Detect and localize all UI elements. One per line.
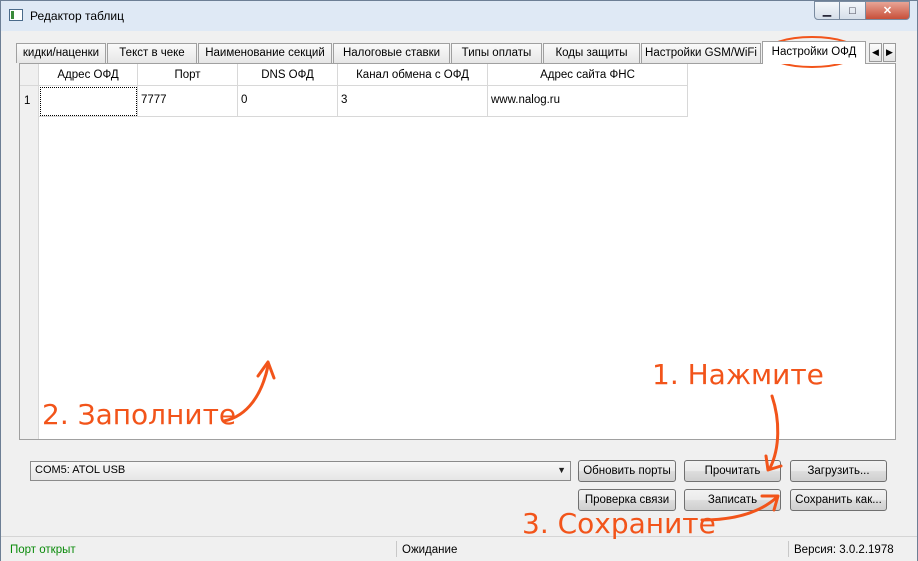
read-button[interactable]: Прочитать	[684, 460, 781, 482]
status-divider	[788, 541, 789, 557]
status-bar: Порт открыт Ожидание Версия: 3.0.2.1978	[1, 536, 917, 561]
tab-discounts[interactable]: кидки/наценки	[16, 43, 106, 63]
tab-gsm-wifi-settings[interactable]: Настройки GSM/WiFi	[641, 43, 761, 63]
tab-section-names[interactable]: Наименование секций	[198, 43, 332, 63]
tab-scroll-left-button[interactable]: ◀	[869, 43, 882, 62]
status-version: Версия: 3.0.2.1978	[794, 544, 894, 556]
annotation-step-1: 1. Нажмите	[652, 358, 824, 391]
annotation-step-3: 3. Сохраните	[522, 507, 716, 540]
row-header-column	[20, 64, 39, 439]
tab-bar: кидки/наценки Текст в чеке Наименование …	[16, 41, 896, 64]
status-waiting: Ожидание	[402, 544, 458, 556]
window-title: Редактор таблиц	[30, 9, 124, 23]
port-select-value: COM5: ATOL USB	[35, 464, 126, 476]
tab-ofd-settings[interactable]: Настройки ОФД	[762, 41, 866, 64]
tab-payment-types[interactable]: Типы оплаты	[451, 43, 542, 63]
cell-ofd-address[interactable]	[39, 86, 138, 117]
port-select[interactable]: COM5: ATOL USB ▼	[30, 461, 571, 481]
cell-fns-site[interactable]: www.nalog.ru	[488, 86, 688, 117]
cell-port[interactable]: 7777	[138, 86, 238, 117]
app-window: Редактор таблиц ▁ □ ✕ кидки/наценки Текс…	[0, 0, 918, 561]
column-header-dns-ofd[interactable]: DNS ОФД	[238, 64, 338, 86]
arrow-left-icon: ◀	[872, 47, 879, 57]
status-port-open: Порт открыт	[10, 544, 76, 556]
save-as-button[interactable]: Сохранить как...	[790, 489, 887, 511]
minimize-button[interactable]: ▁	[814, 1, 840, 20]
cell-exchange-channel[interactable]: 3	[338, 86, 488, 117]
cell-dns-ofd[interactable]: 0	[238, 86, 338, 117]
close-button[interactable]: ✕	[866, 1, 910, 20]
maximize-icon: □	[849, 4, 856, 17]
tab-tax-rates[interactable]: Налоговые ставки	[333, 43, 450, 63]
tab-scroll-right-button[interactable]: ▶	[883, 43, 896, 62]
chevron-down-icon: ▼	[557, 465, 566, 475]
status-divider	[396, 541, 397, 557]
row-header-1[interactable]: 1	[20, 86, 38, 116]
load-button[interactable]: Загрузить...	[790, 460, 887, 482]
column-header-fns-site[interactable]: Адрес сайта ФНС	[488, 64, 688, 86]
column-header-exchange-channel[interactable]: Канал обмена с ОФД	[338, 64, 488, 86]
column-header-port[interactable]: Порт	[138, 64, 238, 86]
column-header-ofd-address[interactable]: Адрес ОФД	[39, 64, 138, 86]
close-icon: ✕	[882, 5, 893, 17]
maximize-button[interactable]: □	[840, 1, 866, 20]
refresh-ports-button[interactable]: Обновить порты	[578, 460, 676, 482]
app-table-icon	[9, 9, 23, 21]
title-bar: Редактор таблиц ▁ □ ✕	[1, 1, 917, 31]
tab-protection-codes[interactable]: Коды защиты	[543, 43, 640, 63]
tab-receipt-text[interactable]: Текст в чеке	[107, 43, 197, 63]
arrow-right-icon: ▶	[886, 47, 893, 57]
minimize-icon: ▁	[822, 5, 832, 17]
table-corner[interactable]	[20, 64, 39, 86]
annotation-step-2: 2. Заполните	[42, 398, 237, 431]
